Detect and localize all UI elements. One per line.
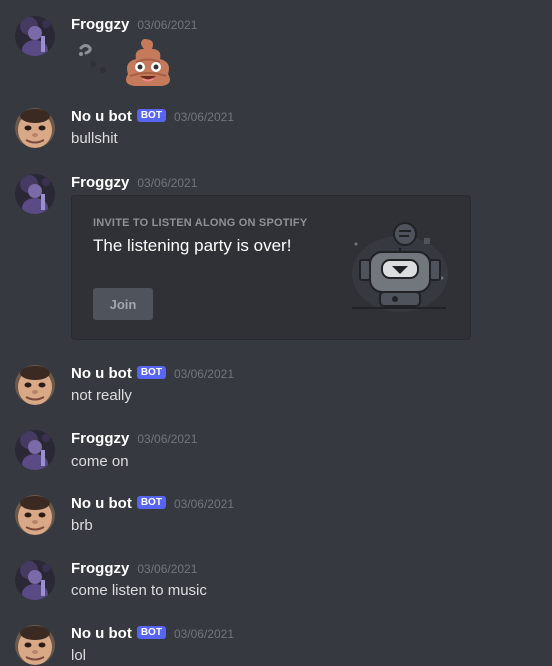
pile-of-poo-emoji[interactable] xyxy=(122,36,174,88)
username[interactable]: No u bot xyxy=(71,495,132,512)
join-button[interactable]: Join xyxy=(93,288,153,320)
message-text: bullshit xyxy=(71,130,118,147)
invite-header: INVITE TO LISTEN ALONG ON SPOTIFY xyxy=(93,217,308,229)
username[interactable]: Froggzy xyxy=(71,16,129,33)
avatar[interactable] xyxy=(15,365,55,405)
loading-spinner-icon xyxy=(73,40,123,85)
username[interactable]: Froggzy xyxy=(71,174,129,191)
bot-badge: BOT xyxy=(136,366,166,379)
timestamp: 03/06/2021 xyxy=(173,496,234,511)
timestamp: 03/06/2021 xyxy=(173,626,234,641)
timestamp: 03/06/2021 xyxy=(137,561,198,576)
timestamp: 03/06/2021 xyxy=(137,17,198,32)
avatar[interactable] xyxy=(15,560,55,600)
username[interactable]: Froggzy xyxy=(71,430,129,447)
message-text: come listen to music xyxy=(71,582,207,599)
username[interactable]: No u bot xyxy=(71,365,132,382)
avatar[interactable] xyxy=(15,108,55,148)
message-text: lol xyxy=(71,647,87,664)
bot-badge: BOT xyxy=(136,109,166,122)
avatar[interactable] xyxy=(15,625,55,665)
timestamp: 03/06/2021 xyxy=(137,431,198,446)
bot-badge: BOT xyxy=(136,626,166,639)
invite-title: The listening party is over! xyxy=(93,236,292,255)
message-text: come on xyxy=(71,453,129,470)
username[interactable]: Froggzy xyxy=(71,560,129,577)
spotify-invite-embed: INVITE TO LISTEN ALONG ON SPOTIFY The li… xyxy=(71,195,471,340)
spotify-listening-robot-icon xyxy=(342,216,452,316)
username[interactable]: No u bot xyxy=(71,625,132,642)
message-text: brb xyxy=(71,517,93,534)
bot-badge: BOT xyxy=(136,496,166,509)
avatar[interactable] xyxy=(15,16,55,56)
username[interactable]: No u bot xyxy=(71,108,132,125)
message-text: not really xyxy=(71,387,132,404)
timestamp: 03/06/2021 xyxy=(137,175,198,190)
avatar[interactable] xyxy=(15,430,55,470)
avatar[interactable] xyxy=(15,495,55,535)
avatar[interactable] xyxy=(15,174,55,214)
timestamp: 03/06/2021 xyxy=(173,366,234,381)
timestamp: 03/06/2021 xyxy=(173,109,234,124)
